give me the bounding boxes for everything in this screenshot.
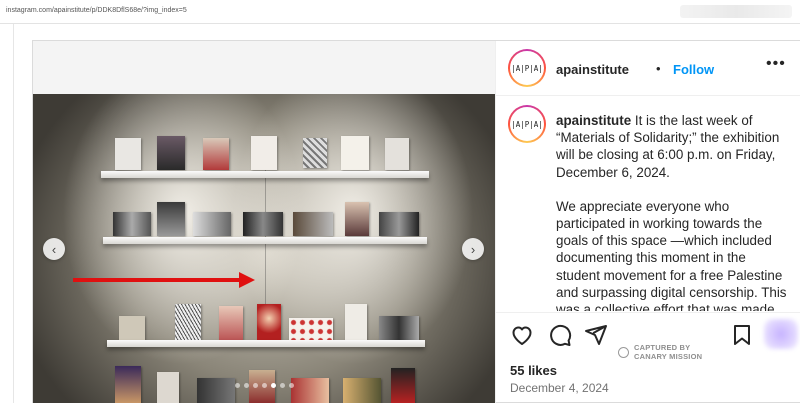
artwork	[289, 318, 333, 340]
carousel-dot	[234, 383, 240, 388]
artwork	[343, 378, 381, 403]
caption-username[interactable]: apainstitute	[556, 113, 631, 128]
artwork	[379, 316, 419, 340]
browser-url-bar[interactable]: instagram.com/apainstitute/p/DDK8DflS68e…	[0, 0, 800, 24]
post-media[interactable]: ‹ ›	[33, 41, 495, 403]
avatar[interactable]: |A|P|A|	[508, 49, 546, 87]
comments-section[interactable]: |A|P|A| apainstitute It is the last week…	[496, 96, 800, 311]
artwork	[385, 138, 409, 170]
instagram-post: ‹ › |A|P|A| apainstitute • Follow ••• |A…	[32, 40, 800, 403]
carousel-dot	[243, 383, 249, 388]
artwork	[303, 138, 327, 168]
username-link[interactable]: apainstitute	[556, 62, 629, 77]
artwork	[115, 138, 141, 170]
next-image-button[interactable]: ›	[462, 238, 484, 260]
shelf	[101, 171, 429, 178]
avatar-logo: |A|P|A|	[510, 107, 544, 141]
artwork	[119, 316, 145, 340]
blurred-overlay	[764, 319, 798, 349]
separator-dot: •	[656, 61, 661, 76]
artwork	[345, 202, 369, 236]
watermark-line-2: CANARY MISSION	[634, 351, 703, 361]
artwork	[203, 138, 229, 170]
share-icon[interactable]	[584, 323, 608, 347]
carousel-dot	[270, 383, 276, 388]
bookmark-icon[interactable]	[730, 323, 754, 347]
previous-image-button[interactable]: ‹	[43, 238, 65, 260]
media-letterbox	[33, 41, 495, 94]
post-header: |A|P|A| apainstitute • Follow •••	[496, 41, 800, 96]
artwork	[345, 304, 367, 340]
comment-icon[interactable]	[548, 323, 572, 347]
artwork	[113, 212, 151, 236]
artwork	[293, 212, 333, 236]
blurred-toolbar	[680, 5, 792, 18]
shelf	[103, 237, 427, 244]
artwork	[291, 378, 329, 403]
artwork	[379, 212, 419, 236]
action-bar: CAPTURED BY CANARY MISSION	[496, 312, 800, 360]
carousel-dot	[261, 383, 267, 388]
watermark-logo-icon	[618, 347, 629, 358]
post-date[interactable]: December 4, 2024	[510, 381, 609, 395]
annotation-arrow-head	[239, 272, 255, 288]
url-text[interactable]: instagram.com/apainstitute/p/DDK8DflS68e…	[6, 7, 187, 14]
carousel-indicator	[33, 383, 495, 388]
likes-count[interactable]: 55 likes	[510, 363, 557, 378]
artwork	[197, 378, 235, 403]
artwork	[157, 136, 185, 170]
artwork	[219, 306, 243, 340]
canary-mission-watermark: CAPTURED BY CANARY MISSION	[618, 343, 738, 364]
carousel-dot	[279, 383, 285, 388]
heart-icon[interactable]	[510, 323, 534, 347]
carousel-dot	[288, 383, 294, 388]
exhibition-photo	[33, 94, 495, 403]
chevron-right-icon: ›	[470, 241, 476, 257]
caption-paragraph-2: We appreciate everyone who participated …	[556, 198, 787, 311]
artwork	[251, 136, 277, 170]
caption-avatar[interactable]: |A|P|A|	[508, 105, 546, 143]
annotation-arrow	[73, 278, 243, 282]
avatar-logo: |A|P|A|	[510, 51, 544, 85]
page-divider	[13, 24, 14, 403]
artwork	[341, 136, 369, 170]
chevron-left-icon: ‹	[51, 241, 57, 257]
shelf	[107, 340, 425, 347]
artwork	[157, 202, 185, 236]
artwork	[243, 212, 283, 236]
artwork	[175, 304, 201, 340]
post-caption: apainstitute It is the last week of “Mat…	[556, 112, 792, 311]
more-options-icon[interactable]: •••	[766, 55, 786, 73]
artwork	[257, 304, 281, 340]
post-sidebar: |A|P|A| apainstitute • Follow ••• |A|P|A…	[495, 41, 800, 403]
artwork	[193, 212, 231, 236]
follow-button[interactable]: Follow	[673, 62, 714, 77]
carousel-dot	[252, 383, 258, 388]
